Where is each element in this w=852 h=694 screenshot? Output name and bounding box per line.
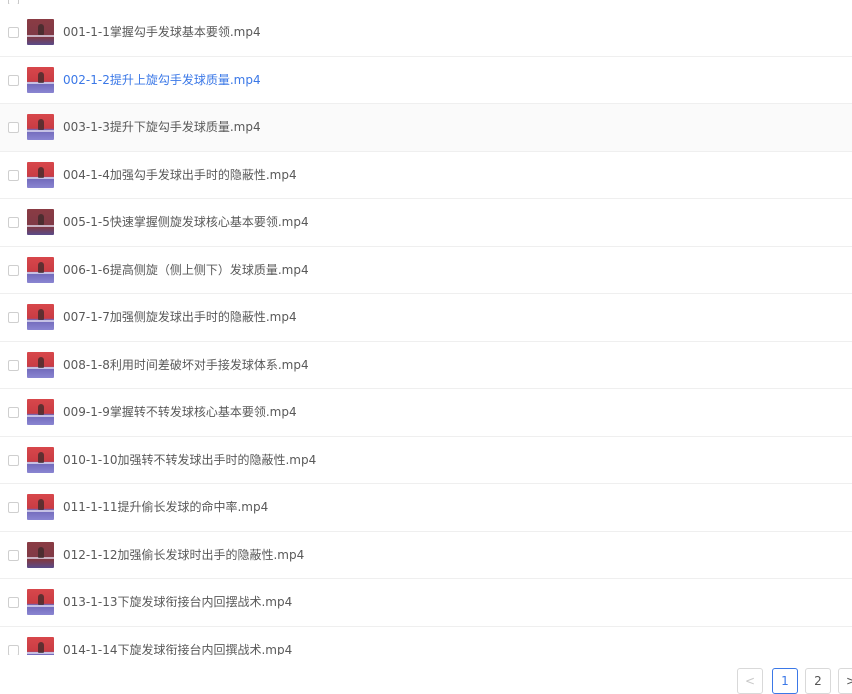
file-name-link[interactable]: 014-1-14下旋发球衔接台内回撰战术.mp4 xyxy=(63,627,292,656)
checkbox-icon[interactable] xyxy=(8,264,19,276)
checkbox-icon[interactable] xyxy=(8,407,19,418)
page-button-1[interactable]: 1 xyxy=(772,668,798,694)
checkbox-icon[interactable] xyxy=(8,359,19,371)
file-row[interactable]: 002-1-2提升上旋勾手发球质量.mp4 xyxy=(0,57,852,104)
video-thumbnail[interactable] xyxy=(27,209,54,235)
video-thumbnail[interactable] xyxy=(27,494,54,520)
checkbox-icon[interactable] xyxy=(8,597,19,608)
next-page-button[interactable]: > xyxy=(838,668,852,694)
checkbox-icon[interactable] xyxy=(8,27,19,38)
checkbox-icon[interactable] xyxy=(8,169,19,181)
file-name-link[interactable]: 007-1-7加强侧旋发球出手时的隐蔽性.mp4 xyxy=(63,294,297,341)
video-thumbnail[interactable] xyxy=(27,446,54,473)
video-thumbnail[interactable] xyxy=(27,304,54,330)
checkbox-icon[interactable] xyxy=(8,644,19,655)
video-thumbnail[interactable] xyxy=(27,636,54,655)
checkbox-icon[interactable] xyxy=(8,549,19,561)
checkbox-icon[interactable] xyxy=(8,502,19,513)
file-name-link[interactable]: 003-1-3提升下旋勾手发球质量.mp4 xyxy=(63,104,261,151)
file-row[interactable]: 005-1-5快速掌握侧旋发球核心基本要领.mp4 xyxy=(0,199,852,247)
header-row-partial xyxy=(6,0,66,4)
file-name-link[interactable]: 010-1-10加强转不转发球出手时的隐蔽性.mp4 xyxy=(63,437,316,484)
checkbox-icon[interactable] xyxy=(8,122,19,133)
file-row[interactable]: 001-1-1掌握勾手发球基本要领.mp4 xyxy=(0,9,852,57)
video-thumbnail[interactable] xyxy=(27,541,54,568)
file-name-link[interactable]: 011-1-11提升偷长发球的命中率.mp4 xyxy=(63,484,268,531)
file-name-link[interactable]: 013-1-13下旋发球衔接台内回摆战术.mp4 xyxy=(63,579,292,626)
video-thumbnail[interactable] xyxy=(27,161,54,188)
video-thumbnail[interactable] xyxy=(27,351,54,378)
file-list: 001-1-1掌握勾手发球基本要领.mp4 002-1-2提升上旋勾手发球质量.m… xyxy=(0,9,852,655)
select-all-checkbox[interactable] xyxy=(8,0,19,4)
file-name-link[interactable]: 002-1-2提升上旋勾手发球质量.mp4 xyxy=(63,57,261,104)
video-thumbnail[interactable] xyxy=(27,399,54,425)
file-row[interactable]: 013-1-13下旋发球衔接台内回摆战术.mp4 xyxy=(0,579,852,627)
file-name-link[interactable]: 012-1-12加强偷长发球时出手的隐蔽性.mp4 xyxy=(63,532,304,579)
prev-page-button[interactable]: < xyxy=(737,668,763,694)
video-thumbnail[interactable] xyxy=(27,256,54,283)
checkbox-icon[interactable] xyxy=(8,454,19,466)
video-thumbnail[interactable] xyxy=(27,589,54,615)
checkbox-icon[interactable] xyxy=(8,74,19,86)
file-row[interactable]: 008-1-8利用时间差破坏对手接发球体系.mp4 xyxy=(0,342,852,389)
file-name-link[interactable]: 004-1-4加强勾手发球出手时的隐蔽性.mp4 xyxy=(63,152,297,199)
file-name-link[interactable]: 009-1-9掌握转不转发球核心基本要领.mp4 xyxy=(63,389,297,436)
video-thumbnail[interactable] xyxy=(27,66,54,93)
file-name-link[interactable]: 008-1-8利用时间差破坏对手接发球体系.mp4 xyxy=(63,342,309,389)
file-name-link[interactable]: 006-1-6提高侧旋（侧上侧下）发球质量.mp4 xyxy=(63,247,309,294)
file-row[interactable]: 014-1-14下旋发球衔接台内回撰战术.mp4 xyxy=(0,627,852,656)
file-row[interactable]: 011-1-11提升偷长发球的命中率.mp4 xyxy=(0,484,852,532)
checkbox-icon[interactable] xyxy=(8,312,19,323)
file-row[interactable]: 003-1-3提升下旋勾手发球质量.mp4 xyxy=(0,104,852,152)
page-button-2[interactable]: 2 xyxy=(805,668,831,694)
file-row[interactable]: 006-1-6提高侧旋（侧上侧下）发球质量.mp4 xyxy=(0,247,852,294)
file-name-link[interactable]: 001-1-1掌握勾手发球基本要领.mp4 xyxy=(63,9,261,56)
file-row[interactable]: 004-1-4加强勾手发球出手时的隐蔽性.mp4 xyxy=(0,152,852,199)
video-thumbnail[interactable] xyxy=(27,19,54,45)
file-row[interactable]: 010-1-10加强转不转发球出手时的隐蔽性.mp4 xyxy=(0,437,852,484)
video-thumbnail[interactable] xyxy=(27,114,54,140)
checkbox-icon[interactable] xyxy=(8,217,19,228)
file-row[interactable]: 007-1-7加强侧旋发球出手时的隐蔽性.mp4 xyxy=(0,294,852,342)
file-row[interactable]: 012-1-12加强偷长发球时出手的隐蔽性.mp4 xyxy=(0,532,852,579)
file-row[interactable]: 009-1-9掌握转不转发球核心基本要领.mp4 xyxy=(0,389,852,437)
file-name-link[interactable]: 005-1-5快速掌握侧旋发球核心基本要领.mp4 xyxy=(63,199,309,246)
